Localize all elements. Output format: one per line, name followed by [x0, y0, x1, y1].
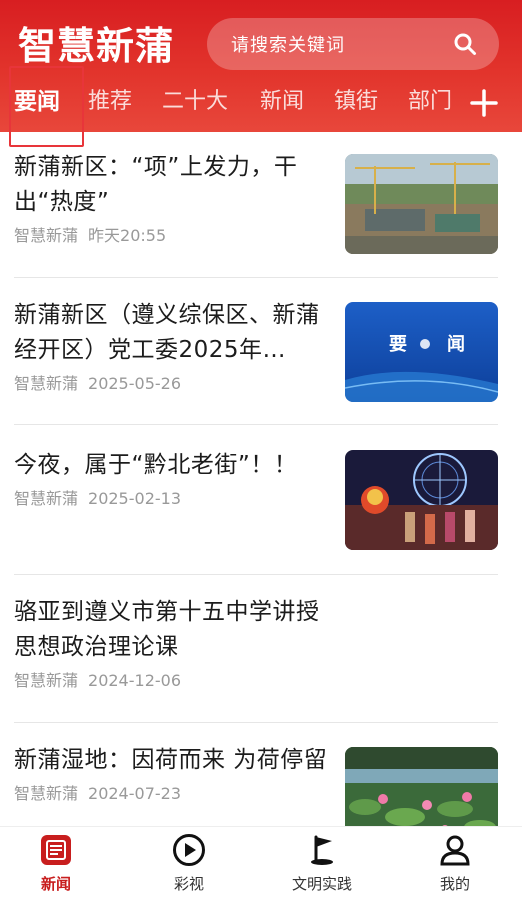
article-date: 2025-02-13	[88, 489, 181, 508]
article-meta: 智慧新蒲 2025-05-26	[14, 372, 328, 396]
divider	[14, 277, 498, 278]
tab-yaowen[interactable]: 要闻	[14, 78, 60, 128]
article-meta: 智慧新蒲 2025-02-13	[14, 487, 328, 511]
article-title[interactable]: 新蒲新区：“项”上发力，干出“热度”	[14, 150, 328, 220]
channel-tabs: 要闻 推荐 二十大 新闻 镇街 部门	[0, 78, 522, 128]
divider	[14, 424, 498, 425]
search-placeholder[interactable]: 请搜索关键词	[231, 31, 453, 57]
news-feed: 新蒲新区：“项”上发力，干出“热度” 智慧新蒲 昨天20:55 新蒲新区（遵义综保…	[0, 132, 522, 826]
yaowen-banner-thumbnail[interactable]: 要 闻	[345, 302, 498, 402]
construction-thumbnail[interactable]	[345, 154, 498, 254]
nav-label[interactable]: 我的	[405, 873, 505, 894]
article-date: 2024-12-06	[88, 671, 181, 690]
article-title[interactable]: 新蒲新区（遵义综保区、新蒲经开区）党工委2025年…	[14, 298, 328, 368]
search-icon[interactable]	[453, 32, 477, 56]
search-bar[interactable]: 请搜索关键词	[207, 18, 499, 70]
list-item[interactable]: 今夜，属于“黔北老街”！！ 智慧新蒲 2025-02-13	[14, 448, 498, 550]
tab-bumen[interactable]: 部门	[408, 78, 452, 128]
tab-xinwen[interactable]: 新闻	[260, 78, 304, 128]
play-icon[interactable]	[172, 833, 206, 867]
list-item[interactable]: 新蒲湿地：因荷而来 为荷停留 智慧新蒲 2024-07-23	[14, 743, 498, 826]
article-date: 2024-07-23	[88, 784, 181, 803]
article-meta: 智慧新蒲 昨天20:55	[14, 224, 328, 248]
top-header: 智慧新蒲 请搜索关键词 要闻 推荐 二十大 新闻 镇街 部门	[0, 0, 522, 132]
article-meta: 智慧新蒲 2024-12-06	[14, 669, 498, 693]
tab-ershida[interactable]: 二十大	[162, 78, 228, 128]
article-meta: 智慧新蒲 2024-07-23	[14, 782, 328, 806]
article-date: 2025-05-26	[88, 374, 181, 393]
tab-tuijian[interactable]: 推荐	[88, 78, 132, 128]
news-icon[interactable]	[39, 833, 73, 867]
nav-civilization[interactable]: 文明实践	[272, 833, 372, 894]
banner-char-2: 闻	[447, 334, 465, 355]
nav-news[interactable]: 新闻	[6, 833, 106, 894]
divider	[14, 574, 498, 575]
divider	[14, 722, 498, 723]
tab-zhenjie[interactable]: 镇街	[334, 78, 378, 128]
flag-icon[interactable]	[305, 833, 339, 867]
app-logo: 智慧新蒲	[18, 23, 175, 68]
banner-char-1: 要	[389, 334, 407, 355]
article-title[interactable]: 今夜，属于“黔北老街”！！	[14, 448, 328, 483]
lotus-thumbnail[interactable]	[345, 747, 498, 826]
article-source: 智慧新蒲	[14, 784, 79, 803]
nav-label[interactable]: 文明实践	[272, 873, 372, 894]
nav-profile[interactable]: 我的	[405, 833, 505, 894]
user-icon[interactable]	[438, 833, 472, 867]
add-channel-icon[interactable]	[470, 89, 498, 117]
list-item[interactable]: 骆亚到遵义市第十五中学讲授思想政治理论课 智慧新蒲 2024-12-06	[14, 595, 498, 693]
article-title[interactable]: 新蒲湿地：因荷而来 为荷停留	[14, 743, 328, 778]
article-title[interactable]: 骆亚到遵义市第十五中学讲授思想政治理论课	[14, 595, 498, 665]
bottom-nav: 新闻 彩视 文明实践 我的	[0, 826, 522, 898]
festival-thumbnail[interactable]	[345, 450, 498, 550]
nav-video[interactable]: 彩视	[139, 833, 239, 894]
list-item[interactable]: 新蒲新区：“项”上发力，干出“热度” 智慧新蒲 昨天20:55	[14, 150, 498, 254]
article-source: 智慧新蒲	[14, 226, 79, 245]
article-source: 智慧新蒲	[14, 671, 79, 690]
nav-label[interactable]: 彩视	[139, 873, 239, 894]
article-source: 智慧新蒲	[14, 489, 79, 508]
nav-label[interactable]: 新闻	[6, 873, 106, 894]
article-date: 昨天20:55	[88, 226, 167, 245]
article-source: 智慧新蒲	[14, 374, 79, 393]
list-item[interactable]: 新蒲新区（遵义综保区、新蒲经开区）党工委2025年… 智慧新蒲 2025-05-2…	[14, 298, 498, 402]
